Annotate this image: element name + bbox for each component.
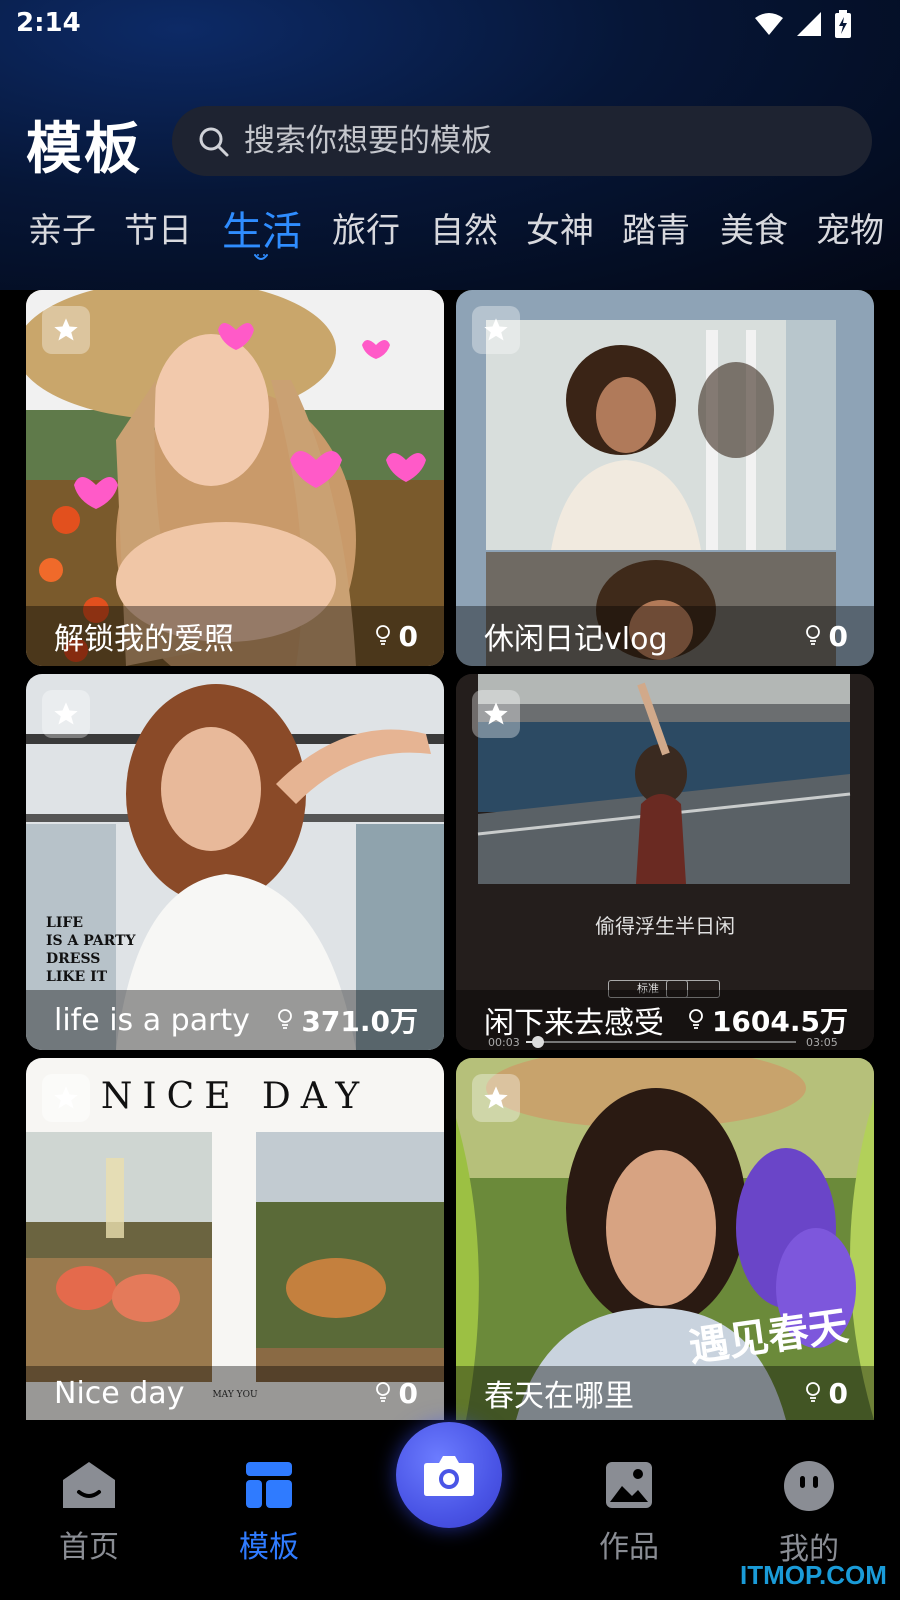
tab-chongwu[interactable]: 宠物: [816, 203, 884, 252]
favorite-button[interactable]: [472, 1074, 520, 1122]
overlay-text: LIFE IS A PARTY DRESS LIKE IT: [46, 915, 136, 985]
favorite-button[interactable]: [42, 1074, 90, 1122]
nav-works-label: 作品: [599, 1530, 659, 1565]
nav-templates-label: 模板: [239, 1530, 299, 1565]
lightbulb-icon: [805, 1382, 820, 1402]
image-icon: [606, 1462, 652, 1508]
template-title: 春天在哪里: [484, 1379, 634, 1414]
status-time: 2:14: [16, 8, 81, 38]
nav-templates[interactable]: 模板: [204, 1460, 334, 1566]
star-icon: [54, 318, 78, 341]
tab-jieri[interactable]: 节日: [124, 203, 192, 252]
lightbulb-icon: [375, 1382, 390, 1402]
template-card[interactable]: LIFE IS A PARTY DRESS LIKE IT life is a …: [26, 674, 444, 1050]
like-count: 1604.5万: [688, 1000, 848, 1040]
like-count: 371.0万: [277, 1000, 418, 1040]
like-count-value: 0: [828, 619, 848, 653]
camera-icon: [424, 1456, 474, 1496]
star-icon: [484, 1086, 508, 1109]
nav-home[interactable]: 首页: [24, 1460, 154, 1566]
like-count: 0: [375, 1377, 418, 1410]
favorite-button[interactable]: [42, 690, 90, 738]
player-total-time: 03:05: [806, 1036, 838, 1049]
nav-profile[interactable]: 我的: [744, 1460, 874, 1568]
like-count-value: 0: [398, 619, 418, 653]
tab-qinzi[interactable]: 亲子: [28, 203, 96, 252]
like-count-value: 0: [828, 1376, 848, 1410]
star-icon: [484, 318, 508, 341]
active-tab-indicator: [254, 254, 268, 260]
lightbulb-icon: [689, 1009, 703, 1029]
nav-works[interactable]: 作品: [564, 1460, 694, 1566]
tab-meishi[interactable]: 美食: [720, 203, 788, 252]
template-title: Nice day: [54, 1375, 185, 1411]
template-card[interactable]: 遇见春天 春天在哪里 0: [456, 1058, 874, 1420]
profile-face-icon: [784, 1461, 834, 1511]
page-title: 模板: [26, 117, 142, 182]
home-icon: [63, 1462, 115, 1508]
like-count-value: 0: [398, 1376, 418, 1410]
tab-taqing[interactable]: 踏青: [622, 203, 690, 252]
template-title: 休闲日记vlog: [484, 622, 668, 657]
favorite-button[interactable]: [472, 306, 520, 354]
status-bar: 2:14: [0, 0, 900, 48]
like-count-value: 1604.5万: [711, 1005, 848, 1038]
player-progress-bar[interactable]: [526, 1036, 796, 1048]
star-icon: [54, 702, 78, 725]
tab-ziran[interactable]: 自然: [430, 203, 498, 252]
lightbulb-icon: [278, 1009, 293, 1029]
template-caption: 春天在哪里 0: [456, 1366, 874, 1420]
video-subtitle: 偷得浮生半日闲: [595, 914, 735, 938]
lightbulb-icon: [805, 625, 820, 645]
template-card[interactable]: 休闲日记vlog 0: [456, 290, 874, 666]
player-progress-knob[interactable]: [532, 1036, 544, 1048]
tab-lvxing[interactable]: 旅行: [332, 203, 400, 252]
star-icon: [484, 702, 508, 725]
wifi-icon: [755, 13, 783, 35]
favorite-button[interactable]: [42, 306, 90, 354]
nav-home-label: 首页: [59, 1530, 119, 1565]
camera-button[interactable]: [396, 1422, 502, 1528]
template-caption: life is a party 371.0万: [26, 990, 444, 1050]
lightbulb-icon: [375, 625, 390, 645]
tab-shenghuo[interactable]: 生活: [222, 199, 302, 257]
favorite-button[interactable]: [472, 690, 520, 738]
search-icon: [199, 127, 229, 157]
template-caption: Nice day 0: [26, 1366, 444, 1420]
category-tabs: 亲子 节日 生活 旅行 自然 女神 踏青 美食 宠物: [0, 195, 900, 275]
tab-nvshen[interactable]: 女神: [526, 203, 594, 252]
like-count-value: 371.0万: [301, 1005, 418, 1038]
template-title: life is a party: [54, 1002, 250, 1038]
template-card[interactable]: 偷得浮生半日闲 标准 闲下来去感受 1604.5万 00:03 03:05: [456, 674, 874, 1050]
template-card[interactable]: 解锁我的爱照 0: [26, 290, 444, 666]
like-count: 0: [805, 1377, 848, 1410]
site-watermark: ITMOP.COM: [740, 1560, 887, 1590]
status-icons: [754, 10, 852, 38]
search-input[interactable]: [244, 116, 844, 166]
player-elapsed-time: 00:03: [488, 1036, 520, 1049]
template-card[interactable]: NICE DAY MAY YOU Nice day 0: [26, 1058, 444, 1420]
search-bar[interactable]: [172, 106, 872, 176]
template-title: 解锁我的爱照: [54, 622, 234, 657]
template-caption: 休闲日记vlog 0: [456, 606, 874, 666]
cell-signal-icon: [797, 12, 821, 36]
like-count: 0: [805, 620, 848, 653]
star-icon: [54, 1086, 78, 1109]
like-count: 0: [375, 620, 418, 653]
template-grid-icon: [246, 1462, 292, 1508]
template-caption: 解锁我的爱照 0: [26, 606, 444, 666]
battery-icon: [835, 10, 851, 38]
